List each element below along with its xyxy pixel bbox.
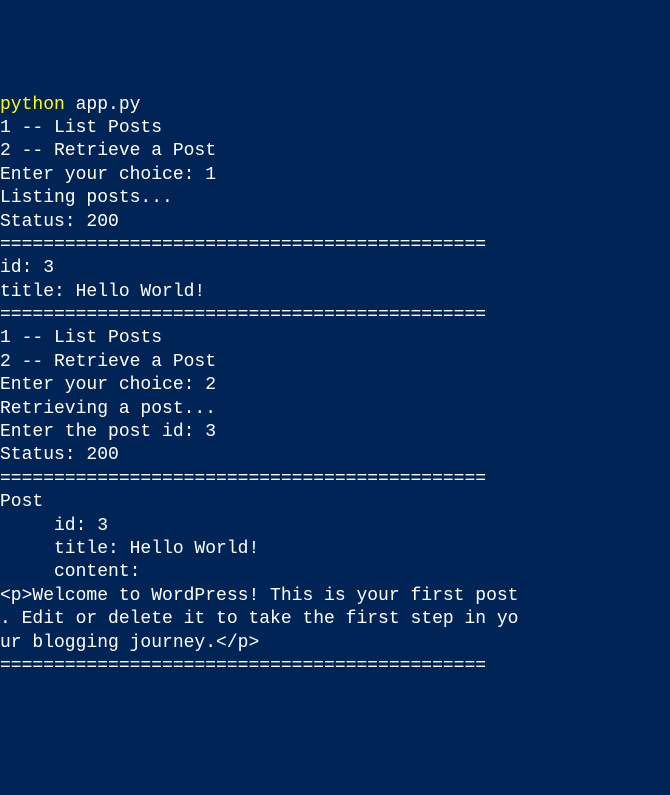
menu-option-2: 2 -- Retrieve a Post — [0, 351, 670, 374]
post-content-line: ur blogging journey.</p> — [0, 632, 670, 655]
id-prompt: Enter the post id: — [0, 422, 205, 442]
menu-option-1: 1 -- List Posts — [0, 117, 670, 140]
post-content-label: content: — [0, 561, 670, 584]
post-content-line: <p>Welcome to WordPress! This is your fi… — [0, 585, 670, 608]
choice-prompt-line: Enter your choice: 2 — [0, 374, 670, 397]
post-content-line: . Edit or delete it to take the first st… — [0, 608, 670, 631]
separator: ========================================… — [0, 304, 670, 327]
id-input[interactable]: 3 — [205, 422, 216, 442]
command-arg: app.py — [76, 95, 141, 115]
action-message: Listing posts... — [0, 187, 670, 210]
post-id-line: id: 3 — [0, 257, 670, 280]
action-message: Retrieving a post... — [0, 398, 670, 421]
choice-prompt: Enter your choice: — [0, 165, 205, 185]
separator: ========================================… — [0, 468, 670, 491]
choice-input[interactable]: 1 — [205, 165, 216, 185]
post-id-line: id: 3 — [0, 515, 670, 538]
id-prompt-line: Enter the post id: 3 — [0, 421, 670, 444]
choice-prompt-line: Enter your choice: 1 — [0, 164, 670, 187]
command-line: python app.py — [0, 94, 670, 117]
post-title-line: title: Hello World! — [0, 538, 670, 561]
separator: ========================================… — [0, 234, 670, 257]
command-program: python — [0, 95, 65, 115]
post-header: Post — [0, 491, 670, 514]
choice-prompt: Enter your choice: — [0, 375, 205, 395]
separator: ========================================… — [0, 655, 670, 678]
status-line: Status: 200 — [0, 211, 670, 234]
post-title-line: title: Hello World! — [0, 281, 670, 304]
status-line: Status: 200 — [0, 444, 670, 467]
menu-option-2: 2 -- Retrieve a Post — [0, 140, 670, 163]
terminal-output: python app.py1 -- List Posts2 -- Retriev… — [0, 94, 670, 679]
choice-input[interactable]: 2 — [205, 375, 216, 395]
menu-option-1: 1 -- List Posts — [0, 327, 670, 350]
